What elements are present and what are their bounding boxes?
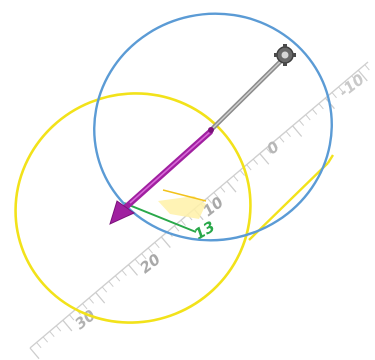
ruler-minor-tick	[279, 136, 285, 143]
ruler-major-tick	[292, 125, 303, 137]
ruler-major-tick	[62, 319, 73, 332]
ruler-minor-tick	[298, 119, 305, 126]
ruler-minor-tick	[285, 131, 291, 138]
ruler-major-tick	[127, 264, 139, 276]
ruler-minor-tick	[220, 186, 226, 193]
vector-origin-dot	[208, 127, 214, 133]
ruler-minor-tick	[42, 336, 49, 343]
ruler-minor-tick	[318, 103, 324, 110]
ruler-minor-tick	[331, 92, 337, 99]
ruler-minor-tick	[108, 281, 114, 288]
ruler-minor-tick	[101, 286, 108, 293]
yellow-ring	[14, 92, 252, 324]
measurement-diagram-canvas: -10 0 10 20 30 13	[0, 0, 375, 360]
ruler-minor-tick	[114, 275, 121, 282]
ruler-major-tick	[259, 153, 270, 165]
ruler-minor-tick	[252, 158, 259, 165]
diagram-svg: -10 0 10 20 30 13	[14, 12, 370, 360]
ruler-minor-tick	[305, 114, 311, 121]
ruler-major-tick	[226, 180, 237, 193]
ruler-minor-tick	[174, 225, 180, 232]
ruler-label-0: 0	[263, 138, 282, 159]
ruler-minor-tick	[233, 175, 239, 182]
ruler-minor-tick	[55, 325, 62, 332]
ruler-minor-tick	[121, 269, 127, 276]
rod	[210, 56, 286, 131]
ruler-major-tick	[160, 236, 171, 249]
ruler-minor-tick	[246, 164, 252, 171]
yellow-connectors	[248, 154, 335, 241]
yellow-connector-tip	[326, 154, 335, 164]
ruler-major-tick	[95, 292, 106, 304]
rod-shaft-highlight	[212, 58, 284, 129]
ruler-minor-tick	[364, 64, 370, 71]
ruler-minor-tick	[36, 342, 42, 349]
ruler-minor-tick	[311, 108, 318, 115]
ruler-minor-tick	[88, 297, 94, 304]
ruler-minor-tick	[180, 219, 186, 226]
ruler-minor-tick	[49, 331, 55, 338]
ruler-minor-tick	[154, 242, 160, 249]
ruler-major-tick	[29, 347, 40, 360]
